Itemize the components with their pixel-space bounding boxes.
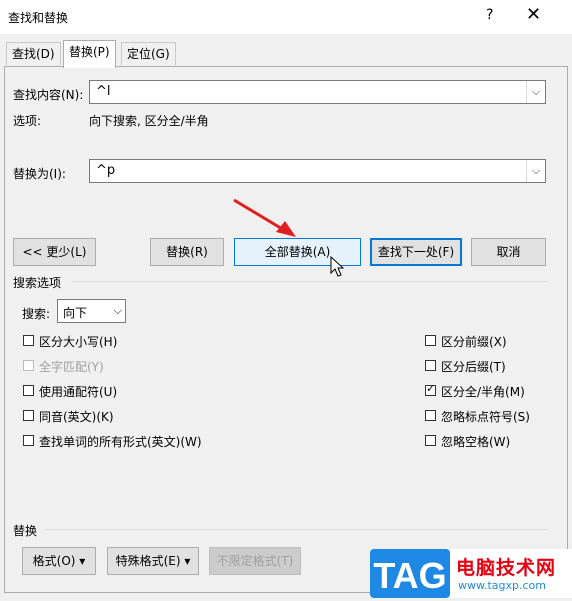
watermark-logo: TAG 电脑技术网 www.tagxp.com	[370, 549, 572, 598]
tab-goto[interactable]: 定位(G)	[121, 42, 176, 65]
chevron-down-icon: ⌵	[113, 304, 122, 317]
sounds-like-label: 同音(英文)(K)	[39, 410, 114, 424]
tab-replace[interactable]: 替换(P)	[63, 40, 116, 68]
find-next-button[interactable]: 查找下一处(F)	[370, 238, 462, 266]
find-input[interactable]: ^l ⌵	[89, 80, 546, 104]
window-title: 查找和替换	[8, 11, 69, 25]
replace-section-heading: 替换	[13, 524, 38, 538]
ignore-punct-label: 忽略标点符号(S)	[441, 410, 530, 424]
ignore-punct-checkbox[interactable]	[425, 410, 436, 421]
tab-panel	[4, 66, 568, 593]
cancel-button[interactable]: 取消	[471, 238, 546, 266]
find-label: 查找内容(N):	[13, 88, 84, 102]
divider	[46, 529, 548, 530]
replace-label: 替换为(I):	[13, 167, 66, 181]
search-options-heading: 搜索选项	[13, 276, 62, 290]
ignore-space-label: 忽略空格(W)	[441, 435, 511, 449]
search-direction-value: 向下	[63, 306, 88, 320]
no-formatting-button[interactable]: 不限定格式(T)	[209, 547, 301, 575]
special-format-button[interactable]: 特殊格式(E) ▾	[107, 547, 199, 575]
match-width-checkbox[interactable]: ✓	[425, 382, 436, 396]
wildcards-label: 使用通配符(U)	[39, 385, 118, 399]
options-value: 向下搜索, 区分全/半角	[89, 114, 209, 128]
chevron-down-icon[interactable]: ⌵	[526, 81, 545, 103]
replace-button[interactable]: 替换(R)	[150, 238, 224, 266]
site-name: 电脑技术网	[456, 557, 557, 579]
match-width-label: 区分全/半角(M)	[441, 385, 525, 399]
match-case-checkbox[interactable]	[23, 335, 34, 346]
site-url: www.tagxp.com	[458, 579, 546, 592]
close-button[interactable]: ✕	[526, 4, 541, 25]
format-button[interactable]: 格式(O) ▾	[22, 547, 96, 575]
chevron-down-icon[interactable]: ⌵	[526, 160, 545, 182]
match-case-label: 区分大小写(H)	[39, 335, 118, 349]
red-arrow-icon	[233, 198, 296, 237]
replace-value: ^p	[96, 163, 116, 178]
whole-word-checkbox[interactable]	[23, 360, 34, 371]
less-button[interactable]: << 更少(L)	[13, 238, 96, 266]
replace-input[interactable]: ^p ⌵	[89, 159, 546, 183]
search-direction-select[interactable]: 向下 ⌵	[57, 299, 126, 323]
divider	[72, 281, 548, 282]
tab-find[interactable]: 查找(D)	[6, 42, 61, 65]
help-button[interactable]: ?	[486, 7, 493, 23]
all-word-forms-checkbox[interactable]	[23, 435, 34, 446]
all-word-forms-label: 查找单词的所有形式(英文)(W)	[39, 435, 202, 449]
ignore-space-checkbox[interactable]	[425, 435, 436, 446]
match-suffix-checkbox[interactable]	[425, 360, 436, 371]
options-label: 选项:	[13, 114, 42, 128]
search-label: 搜索:	[22, 307, 51, 321]
match-prefix-label: 区分前缀(X)	[441, 335, 507, 349]
check-icon: ✓	[426, 382, 436, 395]
match-suffix-label: 区分后缀(T)	[441, 360, 506, 374]
wildcards-checkbox[interactable]	[23, 385, 34, 396]
svg-text:TAG: TAG	[373, 555, 446, 596]
whole-word-label: 全字匹配(Y)	[39, 360, 104, 374]
find-value: ^l	[96, 84, 111, 99]
match-prefix-checkbox[interactable]	[425, 335, 436, 346]
sounds-like-checkbox[interactable]	[23, 410, 34, 421]
mouse-cursor-icon	[330, 256, 345, 277]
